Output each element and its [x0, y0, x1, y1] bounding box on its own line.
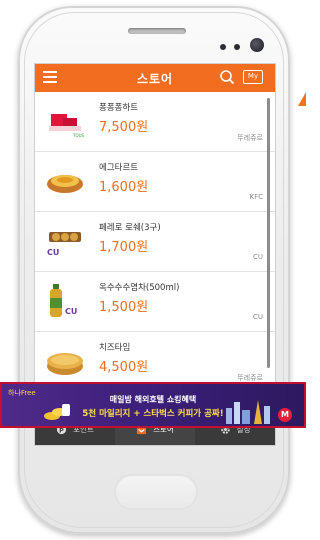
svg-text:TOUS: TOUS — [72, 133, 85, 138]
sensor-dot — [220, 44, 226, 50]
product-brand: CU — [252, 313, 263, 321]
product-price: 7,500원 — [99, 120, 149, 135]
product-price: 4,500원 — [99, 360, 149, 375]
front-camera — [250, 38, 264, 52]
product-brand: 뚜레쥬르 — [237, 134, 263, 142]
svg-text:CU: CU — [65, 307, 77, 316]
strawberry-cake-image: TOUS — [43, 102, 87, 140]
list-item[interactable]: CU 페레로 로쉐(3구) 1,700원 CU — [35, 212, 275, 272]
product-name: 옥수수수염차(500ml) — [99, 283, 180, 293]
corn-tea-bottle-image: CU — [43, 282, 87, 320]
pointer-arrow — [298, 92, 306, 106]
ad-banner[interactable]: 하나Free 매일밤 해외호텔 쇼킹혜택 5천 마일리지 + 스타벅스 커피가 … — [0, 382, 306, 428]
product-name: 치즈타임 — [99, 343, 131, 353]
ferrero-rocher-image: CU — [43, 222, 87, 260]
cheese-cake-image — [43, 342, 87, 380]
svg-text:CU: CU — [47, 248, 59, 257]
product-price: 1,700원 — [99, 240, 149, 255]
top-bar: 스토어 My — [35, 64, 275, 92]
product-price: 1,600원 — [99, 180, 149, 195]
product-brand: CU — [252, 253, 263, 261]
egg-tart-image — [43, 162, 87, 200]
sensor-dot — [234, 44, 240, 50]
product-name: 페레로 로쉐(3구) — [99, 223, 161, 233]
list-scrollbar[interactable] — [267, 98, 270, 368]
product-list: TOUS 퐁퐁퐁하트 7,500원 뚜레쥬르 에그타르트 1,600원 KFC — [35, 92, 275, 392]
phone-speaker — [128, 28, 186, 34]
list-item[interactable]: 에그타르트 1,600원 KFC — [35, 152, 275, 212]
list-item[interactable]: CU 옥수수수염차(500ml) 1,500원 CU — [35, 272, 275, 332]
city-skyline-icon — [226, 400, 270, 424]
search-icon[interactable] — [219, 69, 235, 85]
list-item[interactable]: TOUS 퐁퐁퐁하트 7,500원 뚜레쥬르 — [35, 92, 275, 152]
home-button[interactable] — [114, 474, 198, 510]
my-coupon-icon[interactable]: My — [243, 70, 263, 84]
product-price: 1,500원 — [99, 300, 149, 315]
product-brand: KFC — [249, 193, 263, 201]
ad-badge: M — [278, 408, 292, 422]
page-title: 스토어 — [136, 72, 174, 86]
product-name: 퐁퐁퐁하트 — [99, 103, 139, 113]
product-name: 에그타르트 — [99, 163, 139, 173]
